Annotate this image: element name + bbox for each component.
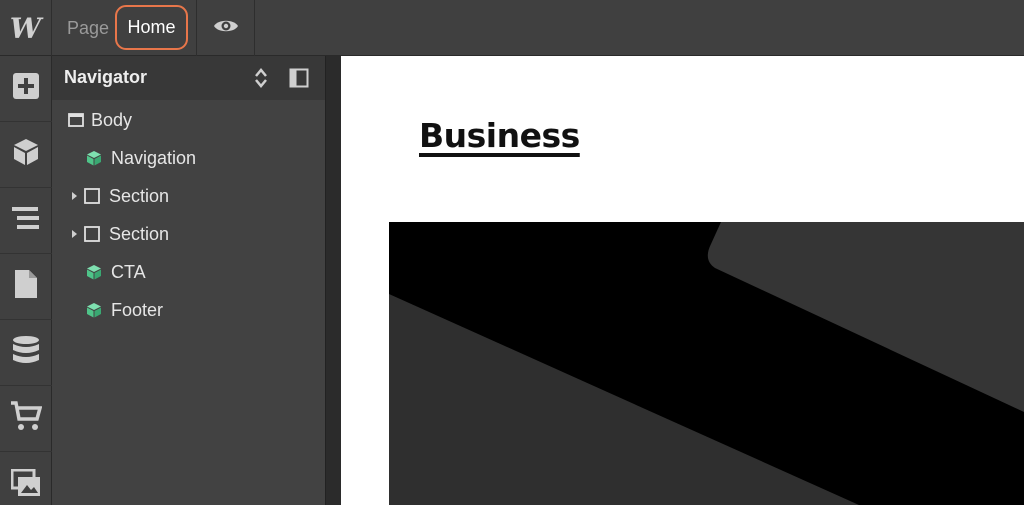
tree-item-label: Navigation	[111, 147, 197, 168]
symbol-cube-icon	[84, 148, 104, 168]
panel-title: Navigator	[64, 67, 148, 87]
hero-image[interactable]	[389, 222, 1024, 505]
tree-item-label: CTA	[111, 261, 146, 282]
navigator-header: Navigator	[52, 56, 325, 100]
section-box-icon	[82, 224, 102, 244]
add-panel-button[interactable]	[0, 56, 52, 122]
dock-panel-icon[interactable]	[287, 66, 311, 90]
navigator-icon	[11, 206, 41, 235]
cube-icon	[11, 137, 41, 172]
tree-item-label: Section	[109, 223, 170, 244]
assets-icon	[10, 468, 41, 502]
eye-icon	[213, 17, 239, 40]
ecommerce-panel-button[interactable]	[0, 386, 52, 452]
left-toolbar	[0, 56, 52, 505]
tree-item-label: Body	[91, 109, 133, 130]
tree-item-body[interactable]: Body	[52, 104, 325, 136]
tree-item-section[interactable]: Section	[52, 180, 325, 212]
tree-item-footer[interactable]: Footer	[52, 294, 325, 326]
tree-item-section[interactable]: Section	[52, 218, 325, 250]
page-selector-button[interactable]: Home	[115, 5, 188, 50]
navigator-panel: Navigator Body Navigation Section Sectio…	[52, 56, 325, 505]
top-bar: W Page Home	[0, 0, 1024, 56]
section-box-icon	[82, 186, 102, 206]
tree-item-label: Footer	[111, 299, 164, 320]
caret-right-icon[interactable]	[68, 191, 80, 201]
design-canvas[interactable]: Business	[341, 56, 1024, 505]
symbol-cube-icon	[84, 262, 104, 282]
preview-button[interactable]	[197, 0, 255, 56]
expand-collapse-icon[interactable]	[249, 66, 273, 90]
navigator-panel-button[interactable]	[0, 188, 52, 254]
cms-database-icon	[12, 335, 40, 370]
canvas-gutter	[325, 56, 341, 505]
pages-panel-button[interactable]	[0, 254, 52, 320]
body-window-icon	[66, 110, 86, 130]
webflow-logo[interactable]: W	[0, 0, 52, 56]
page-heading[interactable]: Business	[419, 116, 580, 155]
assets-panel-button[interactable]	[0, 452, 52, 505]
page-label: Page	[67, 18, 110, 38]
tree-item-cta[interactable]: CTA	[52, 256, 325, 288]
caret-right-icon[interactable]	[68, 229, 80, 239]
add-icon	[12, 72, 40, 105]
symbol-cube-icon	[84, 300, 104, 320]
hero-abstract-shapes	[389, 222, 1024, 505]
cms-panel-button[interactable]	[0, 320, 52, 386]
tree-item-navigation[interactable]: Navigation	[52, 142, 325, 174]
ecommerce-cart-icon	[10, 401, 43, 436]
symbols-panel-button[interactable]	[0, 122, 52, 188]
logo-letter: W	[9, 11, 42, 45]
pages-icon	[14, 269, 38, 304]
current-page-name: Home	[127, 17, 176, 37]
tree-item-label: Section	[109, 185, 170, 206]
